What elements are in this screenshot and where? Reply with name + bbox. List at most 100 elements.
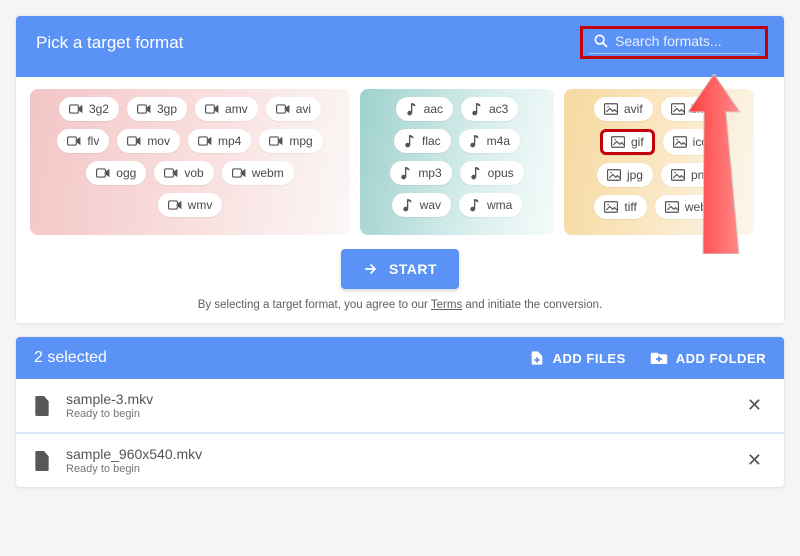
audio-icon bbox=[470, 166, 482, 180]
format-chip-opus[interactable]: opus bbox=[460, 161, 524, 185]
format-label: jpg bbox=[627, 168, 643, 182]
video-icon bbox=[127, 135, 141, 147]
format-chip-m4a[interactable]: m4a bbox=[459, 129, 520, 153]
file-list: sample-3.mkvReady to begin✕sample_960x54… bbox=[16, 379, 784, 487]
audio-icon bbox=[406, 102, 418, 116]
format-chip-wmv[interactable]: wmv bbox=[158, 193, 223, 217]
format-chip-3gp[interactable]: 3gp bbox=[127, 97, 187, 121]
format-chip-ac3[interactable]: ac3 bbox=[461, 97, 518, 121]
format-chip-mpg[interactable]: mpg bbox=[259, 129, 322, 153]
format-groups: 3g2 3gp amv avi flv mov mp4 mpg ogg vob webm wmv aa… bbox=[16, 77, 784, 241]
search-container bbox=[580, 26, 768, 59]
format-group-video: 3g2 3gp amv avi flv mov mp4 mpg ogg vob webm wmv bbox=[30, 89, 350, 235]
search-icon bbox=[593, 33, 609, 49]
file-icon bbox=[32, 451, 52, 471]
format-label: mp3 bbox=[418, 166, 441, 180]
format-label: webm bbox=[252, 166, 284, 180]
format-chip-flac[interactable]: flac bbox=[394, 129, 451, 153]
video-icon bbox=[205, 103, 219, 115]
video-icon bbox=[269, 135, 283, 147]
format-label: 3gp bbox=[157, 102, 177, 116]
image-icon bbox=[673, 136, 687, 148]
image-icon bbox=[604, 201, 618, 213]
format-chip-png[interactable]: png bbox=[661, 163, 721, 187]
format-label: wmv bbox=[188, 198, 213, 212]
arrow-right-icon bbox=[363, 261, 379, 277]
format-chip-3g2[interactable]: 3g2 bbox=[59, 97, 119, 121]
audio-icon bbox=[404, 134, 416, 148]
file-row[interactable]: sample_960x540.mkvReady to begin✕ bbox=[16, 434, 784, 487]
format-chip-webm[interactable]: webm bbox=[222, 161, 294, 185]
format-chip-mp4[interactable]: mp4 bbox=[188, 129, 251, 153]
start-row: START bbox=[16, 241, 784, 299]
search-input[interactable] bbox=[615, 33, 755, 49]
format-label: avif bbox=[624, 102, 643, 116]
format-chip-gif[interactable]: gif bbox=[600, 129, 655, 155]
format-chip-aac[interactable]: aac bbox=[396, 97, 453, 121]
format-chip-vob[interactable]: vob bbox=[154, 161, 213, 185]
format-group-image: avif bmp gif ico jpg png tiff webp bbox=[564, 89, 754, 235]
audio-icon bbox=[402, 198, 414, 212]
terms-text: By selecting a target format, you agree … bbox=[16, 299, 784, 323]
format-label: opus bbox=[488, 166, 514, 180]
remove-file-button[interactable]: ✕ bbox=[741, 391, 768, 420]
format-picker-card: Pick a target format 3g2 3gp amv avi flv mov m… bbox=[16, 16, 784, 323]
format-chip-avif[interactable]: avif bbox=[594, 97, 653, 121]
format-chip-webp[interactable]: webp bbox=[655, 195, 724, 219]
format-label: gif bbox=[631, 135, 644, 149]
video-icon bbox=[232, 167, 246, 179]
format-label: ogg bbox=[116, 166, 136, 180]
format-chip-jpg[interactable]: jpg bbox=[597, 163, 653, 187]
image-icon bbox=[671, 169, 685, 181]
format-label: flac bbox=[422, 134, 441, 148]
file-name: sample_960x540.mkv bbox=[66, 446, 741, 462]
format-chip-tiff[interactable]: tiff bbox=[594, 195, 646, 219]
add-folder-icon bbox=[650, 350, 668, 366]
format-label: vob bbox=[184, 166, 203, 180]
image-icon bbox=[604, 103, 618, 115]
terms-link[interactable]: Terms bbox=[431, 299, 462, 311]
remove-file-button[interactable]: ✕ bbox=[741, 446, 768, 475]
video-icon bbox=[198, 135, 212, 147]
format-chip-bmp[interactable]: bmp bbox=[661, 97, 724, 121]
files-header: 2 selected ADD FILES ADD FOLDER bbox=[16, 337, 784, 379]
file-row[interactable]: sample-3.mkvReady to begin✕ bbox=[16, 379, 784, 434]
video-icon bbox=[69, 103, 83, 115]
format-label: mpg bbox=[289, 134, 312, 148]
format-picker-header: Pick a target format bbox=[16, 16, 784, 77]
format-chip-flv[interactable]: flv bbox=[57, 129, 109, 153]
format-label: m4a bbox=[487, 134, 510, 148]
image-icon bbox=[671, 103, 685, 115]
format-chip-ogg[interactable]: ogg bbox=[86, 161, 146, 185]
selection-count: 2 selected bbox=[34, 349, 107, 367]
video-icon bbox=[96, 167, 110, 179]
format-chip-avi[interactable]: avi bbox=[266, 97, 321, 121]
video-icon bbox=[276, 103, 290, 115]
format-chip-mov[interactable]: mov bbox=[117, 129, 180, 153]
add-folder-button[interactable]: ADD FOLDER bbox=[650, 349, 766, 367]
format-label: avi bbox=[296, 102, 311, 116]
audio-icon bbox=[469, 198, 481, 212]
format-label: wma bbox=[487, 198, 512, 212]
format-chip-wav[interactable]: wav bbox=[392, 193, 451, 217]
start-button[interactable]: START bbox=[341, 249, 459, 289]
format-label: amv bbox=[225, 102, 248, 116]
format-label: mov bbox=[147, 134, 170, 148]
format-label: ico bbox=[693, 135, 708, 149]
audio-icon bbox=[471, 102, 483, 116]
file-status: Ready to begin bbox=[66, 408, 741, 420]
format-chip-amv[interactable]: amv bbox=[195, 97, 258, 121]
add-files-button[interactable]: ADD FILES bbox=[529, 349, 626, 367]
format-label: ac3 bbox=[489, 102, 508, 116]
format-chip-ico[interactable]: ico bbox=[663, 129, 718, 155]
format-label: png bbox=[691, 168, 711, 182]
files-card: 2 selected ADD FILES ADD FOLDER sample-3… bbox=[16, 337, 784, 487]
format-chip-wma[interactable]: wma bbox=[459, 193, 522, 217]
start-label: START bbox=[389, 261, 437, 277]
format-label: flv bbox=[87, 134, 99, 148]
image-icon bbox=[665, 201, 679, 213]
format-label: bmp bbox=[691, 102, 714, 116]
format-label: wav bbox=[420, 198, 441, 212]
format-label: tiff bbox=[624, 200, 636, 214]
format-chip-mp3[interactable]: mp3 bbox=[390, 161, 451, 185]
